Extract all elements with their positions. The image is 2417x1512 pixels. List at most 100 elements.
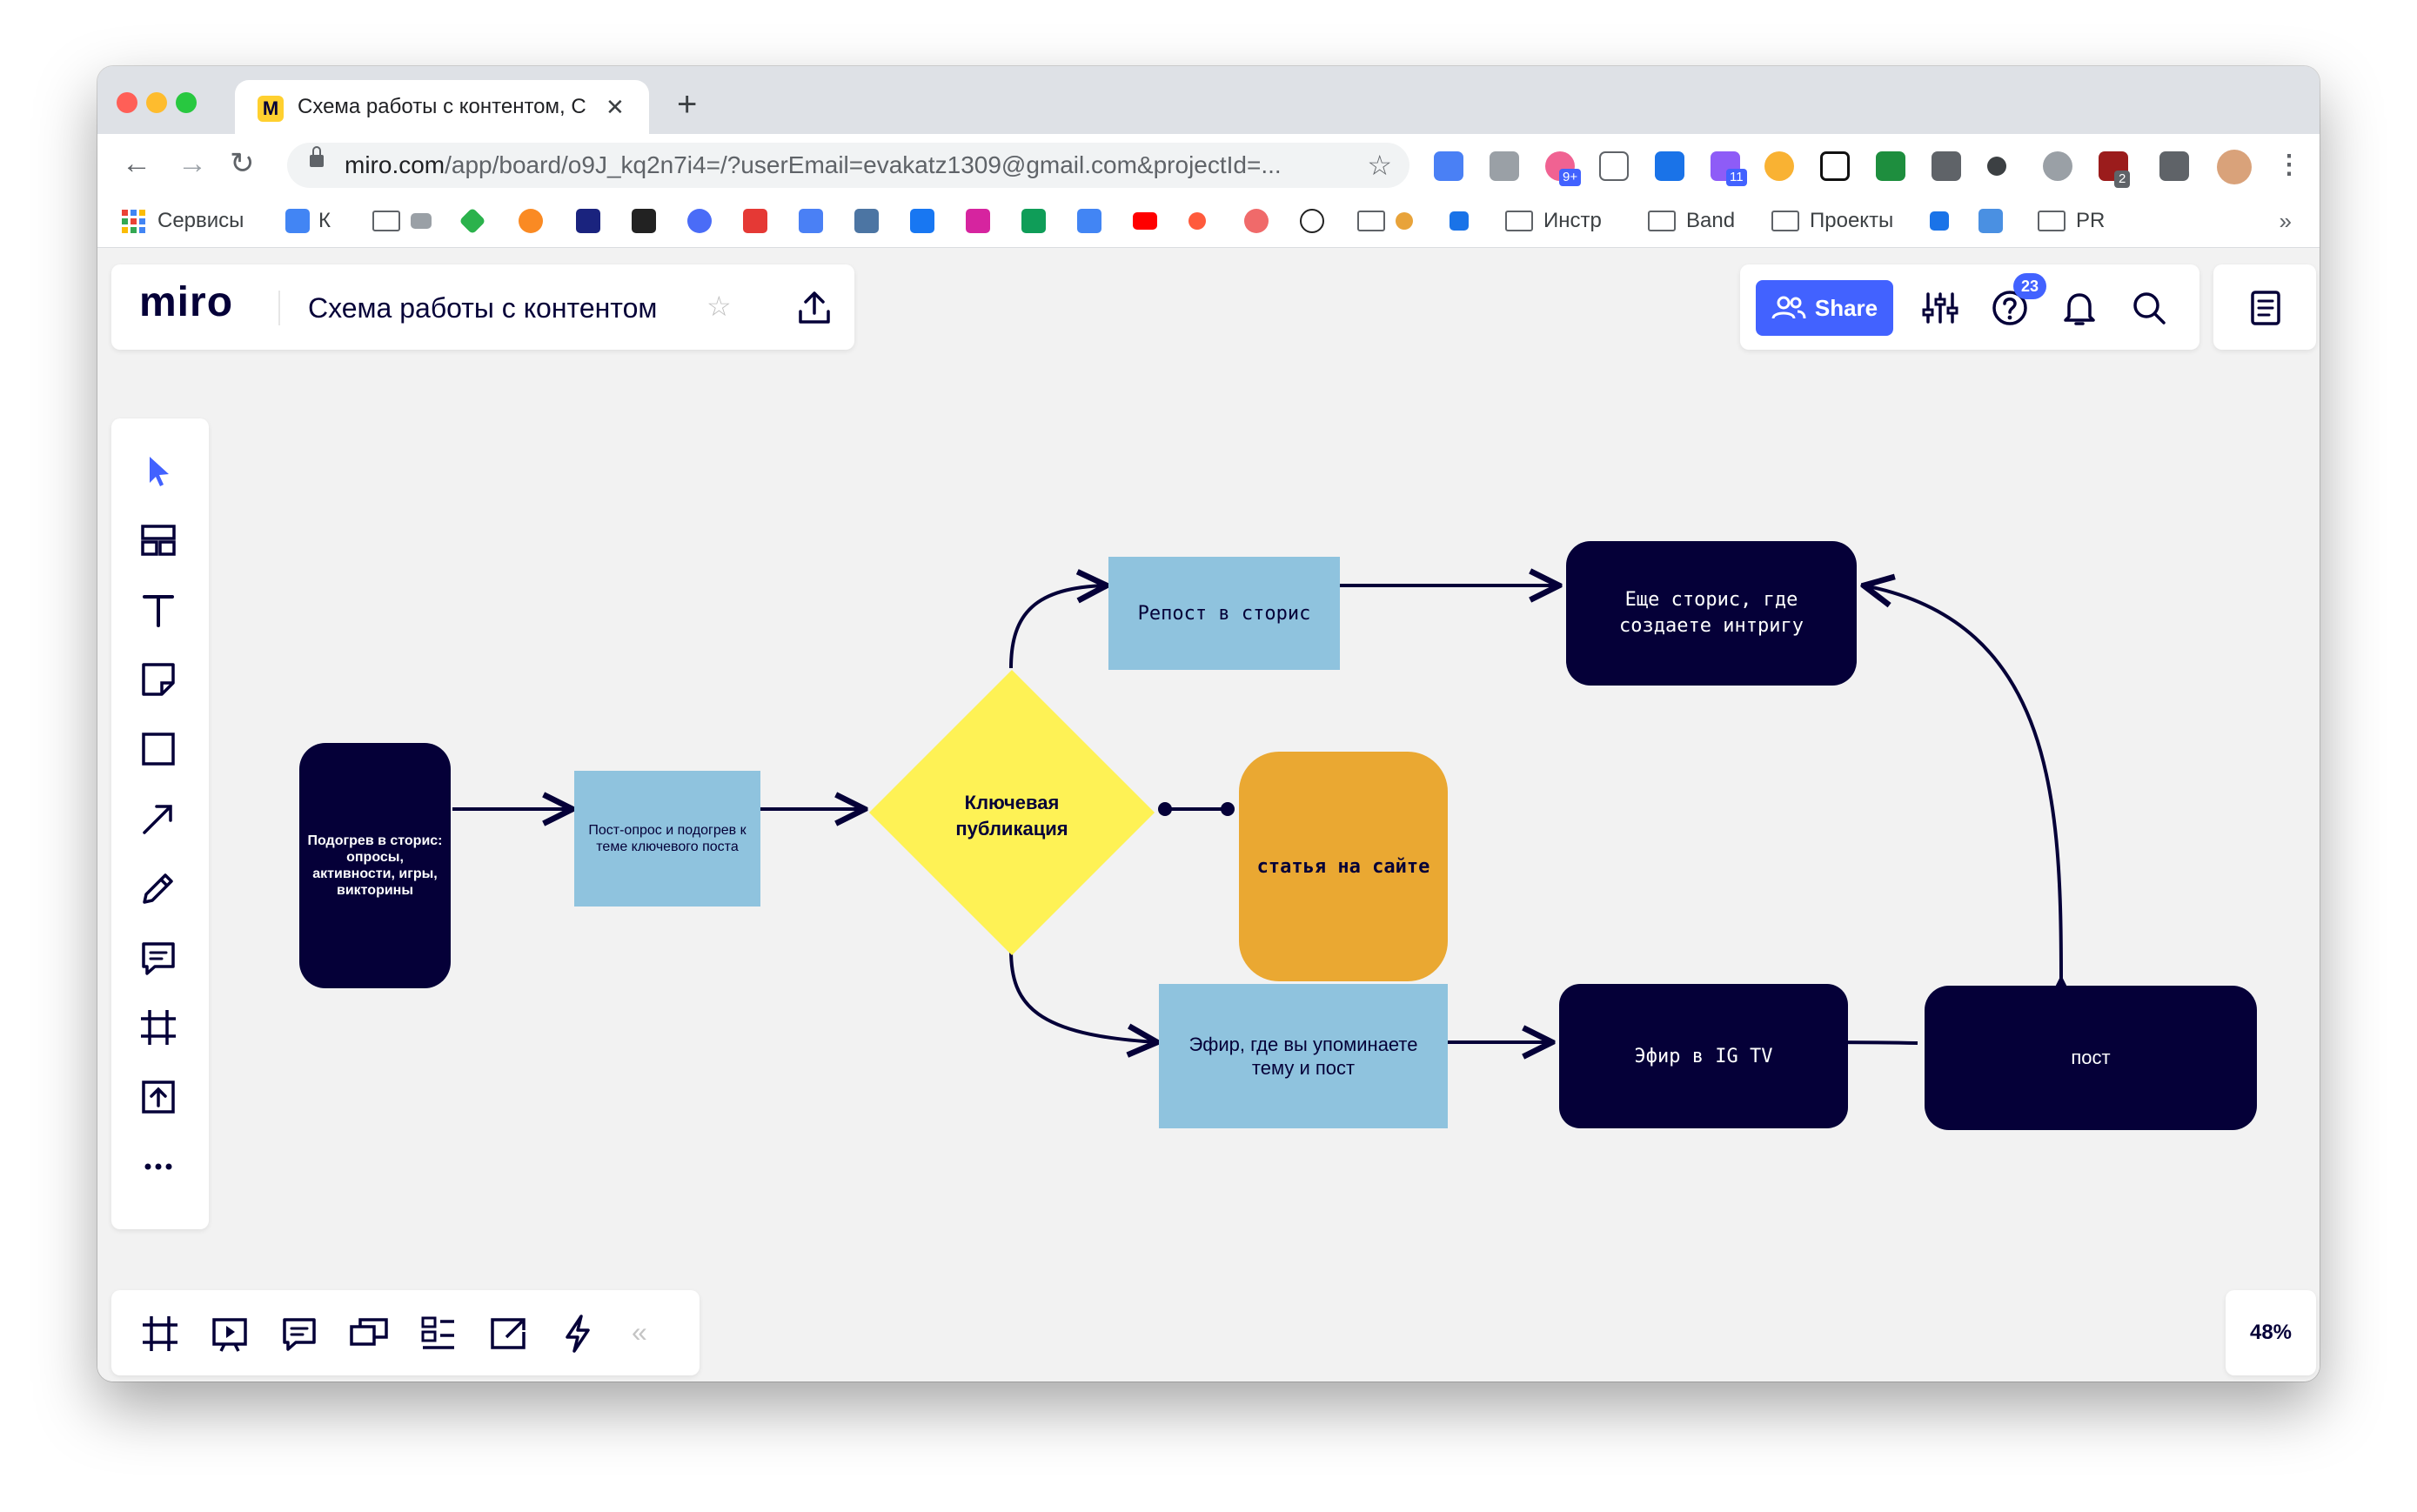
node-article[interactable]: статья на сайте: [1239, 752, 1448, 981]
miro-board: miro Схема работы с контентом ☆ Share 23…: [97, 248, 2320, 1382]
bookmark-label: Сервисы: [157, 209, 244, 232]
bookmark-key[interactable]: [1930, 205, 1958, 237]
puzzle-extensions-icon[interactable]: [2159, 151, 2189, 181]
forward-arrow-icon[interactable]: →: [177, 144, 207, 183]
bookmark-asana[interactable]: [1244, 205, 1277, 237]
bookmark-feedly[interactable]: [459, 205, 491, 237]
vk-icon: [854, 209, 879, 233]
folder-icon: [1505, 211, 1533, 231]
maximize-window-button[interactable]: [176, 92, 197, 113]
notion-extension-icon[interactable]: [1820, 151, 1850, 181]
t-circle-icon: [1300, 209, 1324, 233]
extension-badge: 9+: [1559, 169, 1582, 186]
bookmark-vk[interactable]: [854, 205, 887, 237]
minimize-window-button[interactable]: [146, 92, 167, 113]
docs-icon: [1077, 209, 1101, 233]
tab-title: Схема работы с контентом, С: [298, 95, 586, 118]
yellow-extension-icon[interactable]: [1764, 151, 1794, 181]
bookmark-folder-projects[interactable]: Проекты: [1771, 205, 1893, 237]
key-publication-label: Ключевая публикация: [955, 792, 1068, 840]
bookmark-label: Проекты: [1810, 209, 1894, 232]
bookmark-sparkle[interactable]: [632, 205, 665, 237]
facebook-icon: [910, 209, 934, 233]
instagram-icon: [966, 209, 990, 233]
bookmark-folder[interactable]: [372, 205, 440, 237]
node-post[interactable]: пост: [1925, 986, 2257, 1130]
bookmarks-bar: Сервисы К Инстр Band Проекты PR »: [97, 197, 2320, 248]
bookmark-phi[interactable]: [687, 205, 720, 237]
profile-avatar[interactable]: [2217, 150, 2252, 184]
url-path: /app/board/o9J_kq2n7i4=/?userEmail=evaka…: [445, 151, 1282, 178]
bookmark-folder-instr[interactable]: Инстр: [1505, 205, 1602, 237]
back-arrow-icon[interactable]: ←: [122, 144, 151, 183]
google-translate-extension-icon[interactable]: [1434, 151, 1463, 181]
news-icon: [411, 213, 432, 229]
bookmarks-more-icon[interactable]: »: [2280, 205, 2292, 237]
folder-icon: [1648, 211, 1676, 231]
address-bar[interactable]: miro.com/app/board/o9J_kq2n7i4=/?userEma…: [287, 143, 1409, 188]
node-repost-stories[interactable]: Репост в сторис: [1108, 557, 1340, 670]
bookmark-music[interactable]: [519, 205, 552, 237]
miro-favicon-icon: M: [258, 96, 284, 122]
sparkle-icon: [632, 209, 656, 233]
close-window-button[interactable]: [117, 92, 137, 113]
node-key-publication[interactable]: Ключевая публикация: [868, 669, 1155, 956]
palette-icon: [1396, 212, 1413, 230]
music-icon: [519, 209, 543, 233]
bookmark-b[interactable]: [1188, 205, 1215, 237]
bookmark-k[interactable]: К: [285, 205, 331, 237]
bookmark-apps[interactable]: Сервисы: [122, 205, 244, 237]
facebook-extension-icon[interactable]: [1932, 151, 1961, 181]
reload-icon[interactable]: ↻: [230, 144, 255, 183]
extension-badge: 2: [2114, 171, 2131, 188]
browser-window: M Схема работы с контентом, С ✕ + ← → ↻ …: [97, 66, 2320, 1382]
bookmark-t[interactable]: [1300, 205, 1333, 237]
node-intrigue-stories[interactable]: Еще сторис, где создаете интригу: [1566, 541, 1857, 686]
bookmark-label: Инстр: [1543, 209, 1602, 232]
connector-key-to-repost: [1009, 585, 1107, 669]
bookmark-label: Band: [1686, 209, 1736, 232]
qr-icon: [576, 209, 600, 233]
folder-icon: [1771, 211, 1799, 231]
node-live-mention[interactable]: Эфир, где вы упоминаете тему и пост: [1159, 984, 1448, 1128]
folder-icon: [2038, 211, 2065, 231]
pen-extension-icon[interactable]: [1987, 157, 2006, 176]
z-icon: [743, 209, 767, 233]
bookmark-folder-pr[interactable]: PR: [2038, 205, 2105, 237]
connector-dot: [1221, 802, 1235, 816]
close-icon[interactable]: ✕: [606, 92, 625, 122]
new-tab-button[interactable]: +: [677, 87, 697, 122]
browser-menu-icon[interactable]: ⋮: [2276, 148, 2302, 183]
bookmark-facebook[interactable]: [910, 205, 943, 237]
power-extension-icon[interactable]: [2043, 151, 2072, 181]
tab-strip: M Схема работы с контентом, С ✕ +: [97, 66, 2320, 134]
browser-tab[interactable]: M Схема работы с контентом, С ✕: [235, 80, 649, 134]
node-warmup-stories[interactable]: Подогрев в сторис: опросы, активности, и…: [299, 743, 451, 988]
node-poll-post[interactable]: Пост-опрос и подогрев к теме ключевого п…: [574, 771, 760, 907]
folder-icon: [1357, 211, 1385, 231]
lock-icon: [310, 146, 324, 167]
bookmark-z[interactable]: [743, 205, 776, 237]
bookmark-folder-band[interactable]: Band: [1648, 205, 1735, 237]
bookmark-star-icon[interactable]: ☆: [1367, 148, 1392, 183]
green-robot-extension-icon[interactable]: [1876, 151, 1905, 181]
bookmark-qr[interactable]: [576, 205, 609, 237]
node-igtv-live[interactable]: Эфир в IG TV: [1559, 984, 1848, 1128]
connector-dot: [1158, 802, 1172, 816]
bookmark-docs[interactable]: [1077, 205, 1110, 237]
extension-badge: 11: [1726, 169, 1747, 186]
bookmark-translate[interactable]: [799, 205, 832, 237]
key-icon: [1930, 211, 1949, 231]
bookmark-instagram[interactable]: [966, 205, 999, 237]
apps-grid-icon: [122, 209, 145, 233]
pf-icon: [1978, 209, 2003, 233]
bookmark-youtube[interactable]: [1133, 205, 1166, 237]
bookmark-pf[interactable]: [1978, 205, 2012, 237]
thumbs-up-extension-icon[interactable]: [1599, 151, 1629, 181]
bookmark-crosshair[interactable]: [1450, 205, 1477, 237]
key-extension-icon[interactable]: [1655, 151, 1684, 181]
code-extension-icon[interactable]: [1490, 151, 1519, 181]
docs-icon: [285, 209, 310, 233]
bookmark-folder[interactable]: [1357, 205, 1422, 237]
bookmark-sheets[interactable]: [1021, 205, 1055, 237]
